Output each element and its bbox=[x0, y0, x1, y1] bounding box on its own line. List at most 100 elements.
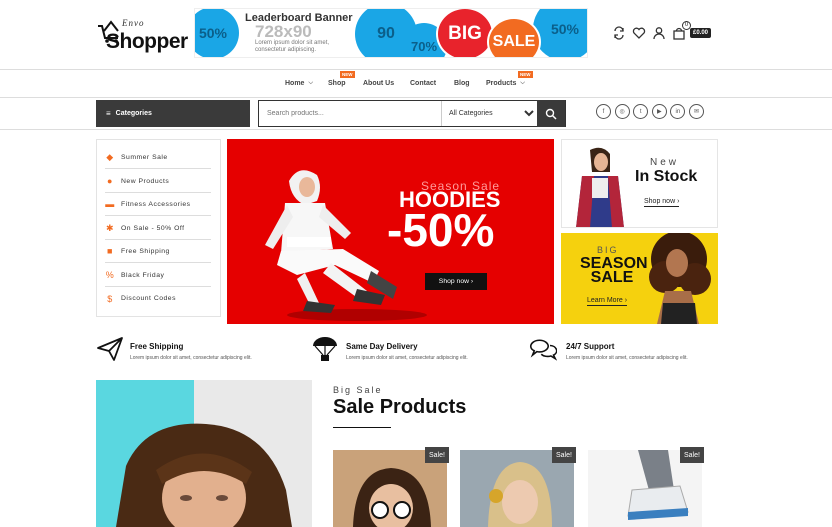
sidebar-item-new-products[interactable]: ● New Products bbox=[105, 170, 211, 193]
shop-now-link[interactable]: Shop now › bbox=[644, 198, 680, 207]
youtube-icon[interactable]: ▶ bbox=[651, 104, 667, 119]
sidebar-item-black-friday[interactable]: % Black Friday bbox=[105, 264, 211, 287]
discount-icon: ✱ bbox=[105, 222, 115, 233]
tag-icon: ◆ bbox=[106, 151, 114, 162]
sale-badge: Sale! bbox=[552, 447, 576, 463]
page: Envo Shopper 50% Leaderboard Banner 728x… bbox=[0, 0, 832, 527]
twitter-icon[interactable]: t bbox=[633, 104, 649, 119]
leaderboard-banner[interactable]: 50% Leaderboard Banner 728x90 Lorem ipsu… bbox=[194, 8, 588, 58]
sidebar-item-discount-codes[interactable]: $ Discount Codes bbox=[105, 287, 211, 310]
featured-category-image[interactable] bbox=[96, 380, 312, 527]
search-button[interactable] bbox=[537, 100, 565, 127]
banner-big-circle: BIG bbox=[436, 9, 494, 57]
sidebar-item-label: Discount Codes bbox=[121, 295, 176, 302]
section-kicker: Big Sale bbox=[333, 385, 383, 395]
section-title: Sale Products bbox=[333, 396, 467, 418]
shop-now-button[interactable]: Shop now › bbox=[425, 273, 487, 290]
divider bbox=[0, 129, 832, 130]
chevron-down-icon: ⌵ bbox=[520, 80, 525, 86]
linkedin-icon[interactable]: in bbox=[670, 104, 686, 119]
feature-title: Free Shipping bbox=[130, 342, 184, 351]
promo-kicker: BIG bbox=[597, 245, 619, 255]
sale-badge: Sale! bbox=[680, 447, 704, 463]
logo-tagline: Envo bbox=[122, 18, 145, 28]
chevron-down-icon: ⌵ bbox=[308, 80, 314, 86]
learn-more-link[interactable]: Learn More › bbox=[587, 297, 628, 306]
compare-icon[interactable] bbox=[612, 26, 626, 40]
dumbbell-icon: ▬ bbox=[105, 199, 115, 209]
feature-same-day-delivery: Same Day Delivery Lorem ipsum dolor sit … bbox=[311, 336, 501, 366]
sidebar-item-label: Fitness Accessories bbox=[121, 200, 191, 208]
link-label: Shop now bbox=[644, 198, 676, 205]
new-badge: NEW bbox=[340, 71, 355, 78]
link-label: Learn More bbox=[587, 297, 623, 304]
feature-title: Same Day Delivery bbox=[346, 342, 418, 351]
feature-support: 24/7 Support Lorem ipsum dolor sit amet,… bbox=[529, 336, 719, 366]
social-links: f ◎ t ▶ in ✉ bbox=[596, 104, 708, 119]
sidebar-item-free-shipping[interactable]: ■ Free Shipping bbox=[105, 240, 211, 263]
sidebar-item-label: On Sale - 50% Off bbox=[121, 224, 185, 232]
main-nav: Home ⌵ NEW Shop About Us Contact Blog NEW P… bbox=[0, 69, 832, 98]
feature-desc: Lorem ipsum dolor sit amet, consectetur … bbox=[346, 355, 468, 361]
banner-sale-circle: SALE bbox=[487, 17, 541, 57]
chat-bubbles-icon bbox=[529, 339, 557, 361]
heart-icon[interactable] bbox=[632, 26, 646, 40]
nav-label: Blog bbox=[454, 80, 470, 87]
promo-in-stock[interactable]: New In Stock Shop now › bbox=[561, 139, 718, 228]
header-icons bbox=[612, 25, 692, 41]
nav-label: Products bbox=[486, 80, 517, 87]
chevron-right-icon: › bbox=[470, 278, 474, 285]
promo-kicker: New bbox=[650, 157, 680, 168]
feature-title: 24/7 Support bbox=[566, 342, 615, 351]
feature-free-shipping: Free Shipping Lorem ipsum dolor sit amet… bbox=[96, 336, 286, 366]
nav-label: About Us bbox=[363, 80, 395, 87]
search-input[interactable] bbox=[259, 101, 441, 126]
email-icon[interactable]: ✉ bbox=[688, 104, 704, 119]
sidebar-item-summer-sale[interactable]: ◆ Summer Sale bbox=[105, 146, 211, 169]
sidebar-item-on-sale[interactable]: ✱ On Sale - 50% Off bbox=[105, 217, 211, 240]
cart-total[interactable]: £0.00 bbox=[690, 28, 712, 38]
sale-badge: Sale! bbox=[425, 447, 449, 463]
promo-season-sale[interactable]: BIG SEASON SALE Learn More › bbox=[561, 233, 718, 324]
sidebar-item-label: Free Shipping bbox=[121, 247, 170, 255]
nav-item-blog[interactable]: Blog bbox=[454, 80, 470, 87]
users-icon: ● bbox=[107, 176, 113, 186]
sidebar-item-label: Summer Sale bbox=[121, 153, 168, 161]
truck-icon: ■ bbox=[107, 246, 113, 256]
menu-icon: ≡ bbox=[106, 109, 111, 118]
new-badge: NEW bbox=[518, 71, 533, 78]
banner-percent-circle: 50% bbox=[195, 9, 239, 57]
nav-item-home[interactable]: Home ⌵ bbox=[285, 80, 313, 87]
paper-plane-icon bbox=[97, 337, 123, 361]
title-underline bbox=[333, 427, 391, 428]
percent-icon: % bbox=[105, 270, 115, 280]
sidebar-item-fitness[interactable]: ▬ Fitness Accessories bbox=[105, 193, 211, 216]
feature-desc: Lorem ipsum dolor sit amet, consectetur … bbox=[130, 355, 252, 361]
search-bar: All Categories bbox=[258, 100, 566, 127]
hero-discount: -50% bbox=[387, 204, 495, 256]
categories-label: Categories bbox=[115, 110, 152, 117]
hero-banner[interactable]: Season Sale HOODIES -50% Shop now › bbox=[227, 139, 554, 324]
model-photo bbox=[116, 423, 292, 527]
category-sidebar: ◆ Summer Sale ● New Products ▬ Fitness Acce… bbox=[96, 139, 221, 317]
feature-desc: Lorem ipsum dolor sit amet, consectetur … bbox=[566, 355, 688, 361]
promo-title: SEASON SALE bbox=[580, 255, 648, 286]
search-icon bbox=[545, 108, 557, 120]
nav-label: Contact bbox=[410, 80, 437, 87]
nav-item-contact[interactable]: Contact bbox=[410, 80, 436, 87]
promo-title: In Stock bbox=[635, 168, 698, 185]
nav-item-products[interactable]: NEW Products ⌵ bbox=[486, 71, 533, 87]
sidebar-item-label: New Products bbox=[121, 177, 170, 185]
user-icon[interactable] bbox=[652, 26, 666, 40]
nav-item-shop[interactable]: NEW Shop bbox=[328, 71, 355, 87]
nav-label: Home bbox=[285, 80, 305, 87]
instagram-icon[interactable]: ◎ bbox=[614, 104, 630, 119]
category-select[interactable]: All Categories bbox=[441, 101, 537, 126]
promo-model-image bbox=[649, 233, 711, 324]
categories-button[interactable]: ≡ Categories bbox=[96, 100, 250, 127]
nav-item-about[interactable]: About Us bbox=[363, 80, 394, 87]
site-logo[interactable]: Envo Shopper bbox=[96, 16, 188, 56]
banner-circle: 50% bbox=[533, 9, 587, 57]
banner-size: 728x90 bbox=[255, 22, 312, 41]
facebook-icon[interactable]: f bbox=[596, 104, 611, 119]
